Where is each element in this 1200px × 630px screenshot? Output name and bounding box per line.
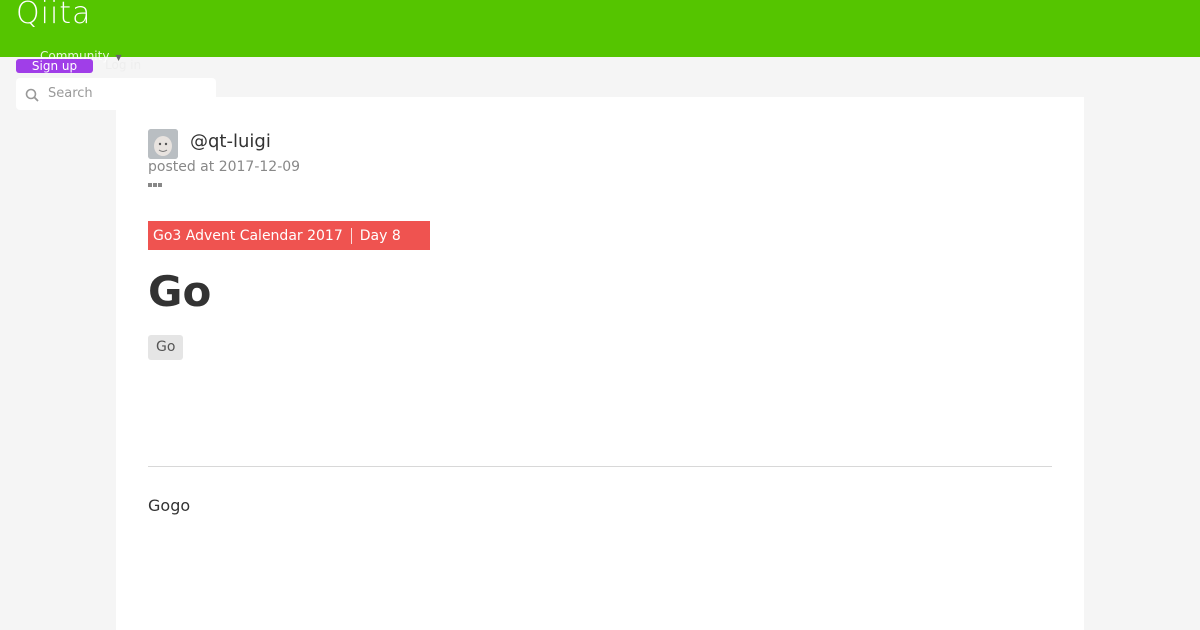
login-link[interactable]: Log in [105, 58, 141, 72]
site-header: Qiita Community ▼ [0, 0, 1200, 63]
author-username[interactable]: @qt-luigi [190, 131, 271, 152]
qiita-logo[interactable]: Qiita [16, 0, 91, 31]
search-icon [25, 87, 39, 106]
posted-date: posted at 2017-12-09 [148, 159, 301, 175]
author-avatar[interactable] [148, 129, 178, 159]
signup-button[interactable]: Sign up [16, 59, 93, 73]
advent-calendar-day: Day 8 [359, 227, 401, 244]
search-placeholder: Search [48, 86, 93, 101]
advent-calendar-name: Go3 Advent Calendar 2017 [153, 227, 343, 244]
badge-divider [350, 227, 352, 244]
advent-calendar-badge[interactable]: Go3 Advent Calendar 2017 Day 8 [148, 221, 430, 250]
tag-go[interactable]: Go [148, 335, 184, 360]
article-card: @qt-luigi posted at 2017-12-09 Go3 Adven… [116, 97, 1084, 630]
article-title: Go [148, 267, 212, 316]
more-options-icon[interactable] [148, 183, 162, 187]
content-divider [148, 466, 1052, 467]
article-body: Gogo [148, 496, 191, 515]
